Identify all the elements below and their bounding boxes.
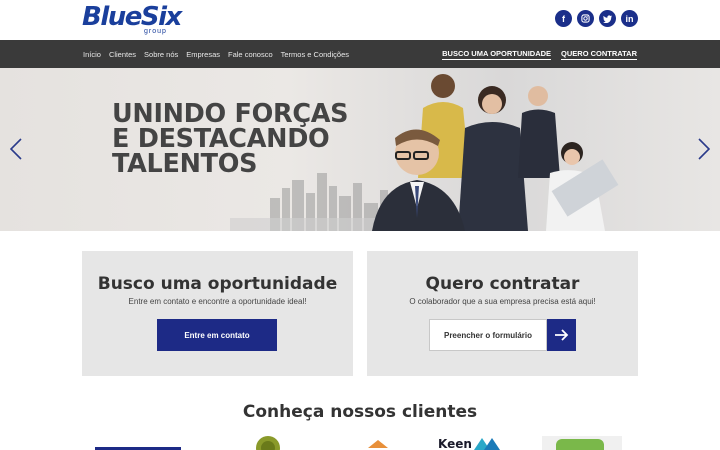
nav-item-sobre[interactable]: Sobre nós <box>144 50 178 59</box>
page: BlueSix group f in Início Clientes Sobre… <box>0 0 720 450</box>
opportunity-card: Busco uma oportunidade Entre em contato … <box>82 251 353 376</box>
client-logo-keen[interactable]: Keen <box>438 434 504 450</box>
arrow-right-icon <box>554 329 568 341</box>
facebook-icon[interactable]: f <box>555 10 572 27</box>
card-title: Quero contratar <box>425 274 580 294</box>
nav-item-fale-conosco[interactable]: Fale conosco <box>228 50 273 59</box>
card-title: Busco uma oportunidade <box>97 274 338 294</box>
logo-subtext: group <box>144 28 167 35</box>
nav-links: Início Clientes Sobre nós Empresas Fale … <box>83 40 349 68</box>
social-links: f in <box>555 10 638 27</box>
hire-card: Quero contratar O colaborador que a sua … <box>367 251 638 376</box>
card-subtitle: Entre em contato e encontre a oportunida… <box>128 297 307 306</box>
client-logo-keen-text: Keen <box>438 437 472 450</box>
nav-item-empresas[interactable]: Empresas <box>186 50 220 59</box>
client-logo-5[interactable] <box>542 434 622 450</box>
client-logo-2[interactable] <box>255 434 281 450</box>
logo-text: BlueSix <box>82 2 182 32</box>
nav-item-clientes[interactable]: Clientes <box>109 50 136 59</box>
main-nav: Início Clientes Sobre nós Empresas Fale … <box>0 40 720 68</box>
nav-cta-oportunidade[interactable]: BUSCO UMA OPORTUNIDADE <box>442 49 552 60</box>
carousel-prev-icon[interactable] <box>10 138 22 160</box>
contact-button[interactable]: Entre em contato <box>157 319 277 351</box>
client-logo-1[interactable] <box>95 434 181 450</box>
client-logo-3[interactable] <box>366 434 390 450</box>
fill-form-button[interactable]: Preencher o formulário <box>429 319 547 351</box>
professionals-image <box>372 74 619 231</box>
twitter-glyph <box>603 14 612 23</box>
fill-form-arrow-button[interactable] <box>547 319 576 351</box>
bluesix-logo[interactable]: BlueSix group <box>82 4 182 36</box>
nav-item-inicio[interactable]: Início <box>83 50 101 59</box>
nav-item-termos[interactable]: Termos e Condições <box>281 50 349 59</box>
instagram-icon[interactable] <box>577 10 594 27</box>
hero-line: TALENTOS <box>112 149 258 179</box>
hero-headline: UNINDO FORÇAS E DESTACANDO TALENTOS <box>112 101 349 179</box>
clients-heading: Conheça nossos clientes <box>242 402 478 422</box>
nav-cta-contratar[interactable]: QUERO CONTRATAR <box>561 49 637 60</box>
card-subtitle: O colaborador que a sua empresa precisa … <box>409 297 596 306</box>
twitter-icon[interactable] <box>599 10 616 27</box>
hero-banner: UNINDO FORÇAS E DESTACANDO TALENTOS <box>0 68 720 231</box>
nav-cta-links: BUSCO UMA OPORTUNIDADE QUERO CONTRATAR <box>442 40 637 68</box>
linkedin-icon[interactable]: in <box>621 10 638 27</box>
carousel-next-icon[interactable] <box>698 138 710 160</box>
instagram-glyph <box>581 14 590 23</box>
header: BlueSix group f in <box>0 0 720 40</box>
